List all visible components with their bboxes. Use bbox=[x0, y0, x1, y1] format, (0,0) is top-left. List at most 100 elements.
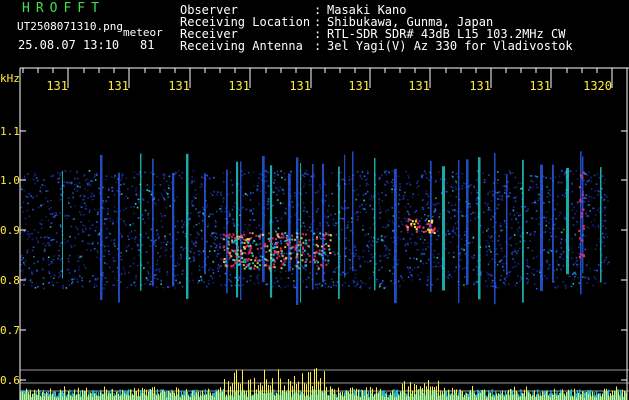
noise-speck bbox=[455, 227, 458, 230]
noise-speck bbox=[249, 219, 252, 221]
echo-core bbox=[243, 242, 246, 244]
noise-speck bbox=[573, 278, 576, 280]
noise-speck bbox=[557, 263, 559, 266]
noise-speck bbox=[163, 177, 165, 179]
noise-speck bbox=[31, 271, 33, 274]
noise-speck bbox=[510, 244, 512, 247]
noise-speck bbox=[53, 277, 55, 280]
noise-speck bbox=[84, 180, 87, 182]
noise-speck bbox=[164, 190, 167, 193]
noise-speck bbox=[265, 283, 267, 286]
noise-speck bbox=[22, 269, 24, 272]
noise-speck bbox=[534, 175, 537, 177]
y-unit-label: kHz bbox=[0, 72, 20, 85]
echo-core bbox=[255, 234, 258, 237]
noise-speck bbox=[228, 210, 230, 213]
noise-speck bbox=[575, 273, 577, 275]
noise-speck bbox=[490, 199, 493, 202]
noise-speck bbox=[526, 261, 528, 264]
noise-speck bbox=[500, 198, 502, 201]
echo-core bbox=[249, 247, 252, 250]
noise-speck bbox=[367, 170, 369, 172]
noise-speck bbox=[133, 206, 135, 208]
noise-speck bbox=[557, 285, 559, 288]
noise-speck bbox=[280, 242, 282, 245]
echo-core bbox=[321, 249, 324, 252]
noise-speck bbox=[40, 223, 43, 225]
noise-speck bbox=[327, 255, 329, 257]
noise-speck bbox=[487, 228, 489, 230]
noise-speck bbox=[607, 263, 609, 265]
power-spike bbox=[348, 391, 349, 400]
noise-speck bbox=[332, 284, 335, 286]
noise-speck bbox=[198, 265, 201, 268]
noise-speck bbox=[63, 181, 66, 183]
noise-speck bbox=[399, 183, 401, 185]
echo-core bbox=[268, 240, 271, 243]
noise-speck bbox=[603, 261, 605, 263]
noise-speck bbox=[475, 189, 478, 191]
noise-speck bbox=[24, 217, 27, 220]
noise-speck bbox=[592, 207, 595, 210]
noise-speck bbox=[252, 192, 254, 194]
noise-speck bbox=[76, 190, 78, 192]
noise-speck bbox=[318, 283, 321, 285]
noise-speck bbox=[379, 285, 381, 288]
noise-speck bbox=[333, 222, 335, 225]
echo-core bbox=[325, 242, 328, 245]
noise-speck bbox=[547, 251, 550, 254]
noise-speck bbox=[145, 251, 148, 253]
echo-core bbox=[579, 186, 581, 189]
echo-streak bbox=[374, 158, 376, 291]
noise-speck bbox=[533, 234, 535, 236]
noise-speck bbox=[165, 243, 168, 246]
noise-speck bbox=[314, 283, 317, 286]
noise-speck bbox=[557, 195, 559, 198]
power-spike bbox=[462, 391, 463, 400]
noise-speck bbox=[135, 275, 137, 277]
noise-speck bbox=[125, 224, 127, 226]
power-spike bbox=[154, 386, 155, 400]
noise-speck bbox=[530, 180, 532, 182]
noise-speck bbox=[199, 210, 201, 213]
noise-speck bbox=[154, 269, 156, 272]
noise-speck bbox=[275, 277, 278, 279]
noise-speck bbox=[500, 222, 502, 225]
noise-speck bbox=[83, 195, 86, 198]
noise-speck bbox=[410, 279, 413, 281]
noise-speck bbox=[433, 250, 436, 252]
noise-speck bbox=[499, 279, 502, 281]
noise-speck bbox=[81, 240, 84, 242]
noise-speck bbox=[594, 214, 597, 216]
power-spike bbox=[418, 389, 419, 400]
noise-speck bbox=[408, 268, 410, 270]
noise-speck bbox=[141, 214, 144, 216]
noise-speck bbox=[87, 242, 89, 245]
power-spike bbox=[34, 389, 35, 400]
noise-speck bbox=[507, 275, 509, 277]
noise-speck bbox=[529, 175, 532, 177]
echo-core bbox=[248, 267, 251, 270]
noise-speck bbox=[82, 198, 85, 201]
echo-core bbox=[254, 259, 257, 262]
noise-speck bbox=[421, 174, 424, 176]
noise-speck bbox=[348, 182, 350, 185]
noise-speck bbox=[46, 190, 49, 192]
power-spike bbox=[318, 381, 319, 400]
noise-speck bbox=[28, 267, 30, 269]
noise-speck bbox=[560, 268, 562, 271]
power-spike bbox=[464, 394, 465, 400]
noise-speck bbox=[105, 200, 107, 202]
noise-speck bbox=[215, 246, 217, 249]
echo-core bbox=[324, 259, 327, 262]
power-spike bbox=[172, 390, 173, 400]
noise-speck bbox=[472, 237, 474, 239]
noise-speck bbox=[23, 264, 26, 266]
noise-speck bbox=[91, 198, 94, 201]
echo-core bbox=[278, 255, 281, 258]
noise-speck bbox=[45, 190, 47, 192]
noise-speck bbox=[214, 243, 216, 245]
power-spike bbox=[42, 392, 43, 400]
power-spike bbox=[364, 395, 365, 400]
noise-speck bbox=[497, 198, 499, 200]
